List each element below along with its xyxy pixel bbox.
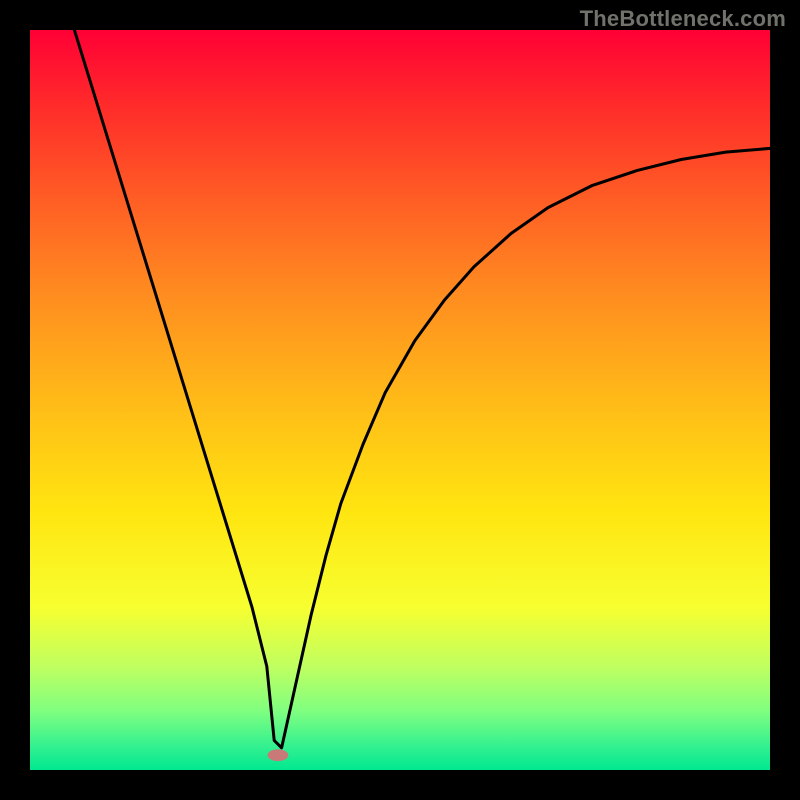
chart-svg — [30, 30, 770, 770]
minimum-marker — [268, 749, 289, 761]
watermark-text: TheBottleneck.com — [580, 6, 786, 32]
chart-container: { "watermark": "TheBottleneck.com", "col… — [0, 0, 800, 800]
gradient-background — [30, 30, 770, 770]
plot-area — [30, 30, 770, 770]
